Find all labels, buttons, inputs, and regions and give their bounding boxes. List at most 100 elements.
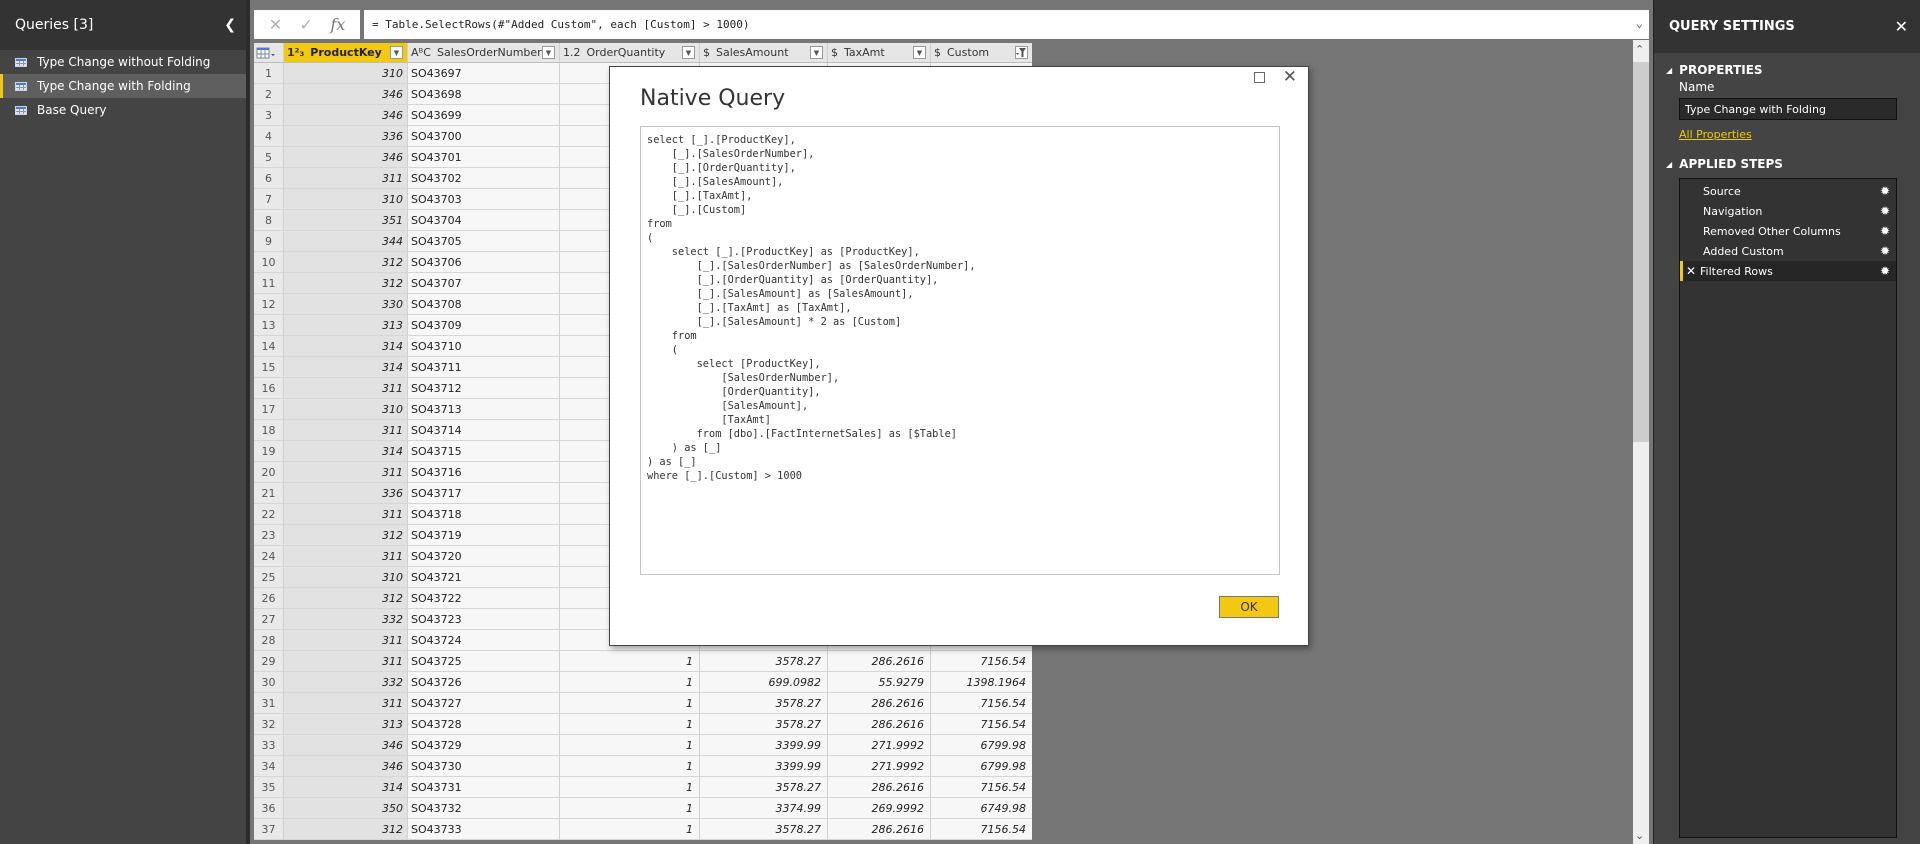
cell-salesamount[interactable]: 3578.27 — [700, 714, 828, 734]
cell-orderquantity[interactable]: 1 — [560, 756, 700, 776]
cell-productkey[interactable]: 346 — [284, 756, 408, 776]
cell-productkey[interactable]: 313 — [284, 714, 408, 734]
cancel-icon[interactable]: ✕ — [269, 15, 282, 34]
text-type-icon[interactable]: AᴮC — [411, 46, 431, 59]
cell-salesordernumber[interactable]: SO43733 — [408, 819, 560, 839]
cell-salesamount[interactable]: 3578.27 — [700, 819, 828, 839]
vertical-scrollbar[interactable]: ⌃ ⌄ — [1633, 40, 1649, 844]
dropdown-icon[interactable]: ▼ — [913, 46, 926, 59]
fx-icon[interactable]: fx — [330, 15, 345, 34]
cell-custom[interactable]: 6799.98 — [931, 735, 1032, 755]
cell-productkey[interactable]: 346 — [284, 84, 408, 104]
step-navigation[interactable]: Navigation ✹ — [1680, 201, 1896, 221]
cell-salesordernumber[interactable]: SO43709 — [408, 315, 560, 335]
cell-taxamt[interactable]: 286.2616 — [828, 819, 931, 839]
cell-custom[interactable]: 7156.54 — [931, 777, 1032, 797]
cell-salesordernumber[interactable]: SO43701 — [408, 147, 560, 167]
column-header-custom[interactable]: $ Custom — [931, 43, 1032, 62]
cell-orderquantity[interactable]: 1 — [560, 714, 700, 734]
dropdown-icon[interactable]: ▼ — [542, 46, 555, 59]
cell-productkey[interactable]: 336 — [284, 483, 408, 503]
maximize-icon[interactable] — [1254, 72, 1265, 83]
cell-salesamount[interactable]: 699.0982 — [700, 672, 828, 692]
gear-icon[interactable]: ✹ — [1880, 184, 1890, 198]
column-header-taxamt[interactable]: $ TaxAmt ▼ — [828, 43, 931, 62]
query-name-input[interactable] — [1679, 98, 1897, 120]
cell-custom[interactable]: 7156.54 — [931, 651, 1032, 671]
cell-salesordernumber[interactable]: SO43730 — [408, 756, 560, 776]
column-header-productkey[interactable]: 1²₃ ProductKey ▼ — [284, 43, 408, 62]
cell-salesordernumber[interactable]: SO43706 — [408, 252, 560, 272]
column-header-salesordernumber[interactable]: AᴮC SalesOrderNumber ▼ — [408, 43, 560, 62]
cell-productkey[interactable]: 351 — [284, 210, 408, 230]
chevron-left-icon[interactable]: ❮ — [224, 17, 236, 33]
gear-icon[interactable]: ✹ — [1880, 224, 1890, 238]
cell-taxamt[interactable]: 55.9279 — [828, 672, 931, 692]
cell-custom[interactable]: 7156.54 — [931, 819, 1032, 839]
cell-productkey[interactable]: 311 — [284, 168, 408, 188]
column-header-salesamount[interactable]: $ SalesAmount ▼ — [700, 43, 828, 62]
cell-orderquantity[interactable]: 1 — [560, 651, 700, 671]
cell-productkey[interactable]: 332 — [284, 672, 408, 692]
cell-productkey[interactable]: 336 — [284, 126, 408, 146]
cell-salesordernumber[interactable]: SO43697 — [408, 63, 560, 83]
cell-productkey[interactable]: 311 — [284, 693, 408, 713]
dropdown-icon[interactable]: ▼ — [390, 46, 403, 59]
cell-taxamt[interactable]: 269.9992 — [828, 798, 931, 818]
cell-productkey[interactable]: 314 — [284, 777, 408, 797]
cell-salesamount[interactable]: 3399.99 — [700, 735, 828, 755]
cell-salesordernumber[interactable]: SO43715 — [408, 441, 560, 461]
properties-section-header[interactable]: ◢ PROPERTIES — [1654, 63, 1920, 77]
cell-salesordernumber[interactable]: SO43713 — [408, 399, 560, 419]
delete-step-icon[interactable]: ✕ — [1686, 264, 1696, 278]
collapse-triangle-icon[interactable]: ◢ — [1666, 160, 1672, 169]
cell-productkey[interactable]: 311 — [284, 651, 408, 671]
currency-type-icon[interactable]: $ — [934, 46, 941, 59]
cell-productkey[interactable]: 314 — [284, 336, 408, 356]
dropdown-icon[interactable]: ▼ — [810, 46, 823, 59]
cell-salesordernumber[interactable]: SO43698 — [408, 84, 560, 104]
cell-orderquantity[interactable]: 1 — [560, 693, 700, 713]
cell-salesamount[interactable]: 3374.99 — [700, 798, 828, 818]
cell-salesordernumber[interactable]: SO43722 — [408, 588, 560, 608]
cell-salesordernumber[interactable]: SO43717 — [408, 483, 560, 503]
chevron-down-icon[interactable]: ⌄ — [1636, 16, 1643, 30]
whole-number-type-icon[interactable]: 1²₃ — [287, 46, 304, 59]
applied-steps-section-header[interactable]: ◢ APPLIED STEPS — [1654, 157, 1920, 171]
cell-salesordernumber[interactable]: SO43718 — [408, 504, 560, 524]
decimal-type-icon[interactable]: 1.2 — [563, 46, 581, 59]
cell-salesamount[interactable]: 3578.27 — [700, 777, 828, 797]
cell-taxamt[interactable]: 286.2616 — [828, 714, 931, 734]
cell-productkey[interactable]: 311 — [284, 504, 408, 524]
dropdown-icon[interactable]: ▼ — [682, 46, 695, 59]
currency-type-icon[interactable]: $ — [703, 46, 710, 59]
cell-salesordernumber[interactable]: SO43723 — [408, 609, 560, 629]
collapse-triangle-icon[interactable]: ◢ — [1666, 66, 1672, 75]
table-menu-button[interactable] — [254, 43, 284, 62]
cell-salesordernumber[interactable]: SO43714 — [408, 420, 560, 440]
close-icon[interactable]: ✕ — [1895, 17, 1908, 36]
cell-productkey[interactable]: 314 — [284, 357, 408, 377]
cell-salesordernumber[interactable]: SO43732 — [408, 798, 560, 818]
cell-productkey[interactable]: 312 — [284, 525, 408, 545]
step-added-custom[interactable]: Added Custom ✹ — [1680, 241, 1896, 261]
cell-productkey[interactable]: 314 — [284, 441, 408, 461]
cell-salesordernumber[interactable]: SO43716 — [408, 462, 560, 482]
ok-button[interactable]: OK — [1219, 596, 1279, 618]
cell-salesordernumber[interactable]: SO43727 — [408, 693, 560, 713]
step-filtered-rows[interactable]: ✕ Filtered Rows ✹ — [1680, 261, 1896, 281]
cell-orderquantity[interactable]: 1 — [560, 819, 700, 839]
cell-salesordernumber[interactable]: SO43711 — [408, 357, 560, 377]
cell-productkey[interactable]: 312 — [284, 819, 408, 839]
cell-productkey[interactable]: 311 — [284, 546, 408, 566]
cell-taxamt[interactable]: 271.9992 — [828, 735, 931, 755]
scrollbar-thumb[interactable] — [1633, 62, 1649, 442]
filter-applied-icon[interactable] — [1015, 46, 1028, 59]
cell-salesordernumber[interactable]: SO43725 — [408, 651, 560, 671]
step-removed-other-columns[interactable]: Removed Other Columns ✹ — [1680, 221, 1896, 241]
cell-productkey[interactable]: 313 — [284, 315, 408, 335]
cell-productkey[interactable]: 312 — [284, 273, 408, 293]
formula-input[interactable]: = Table.SelectRows(#"Added Custom", each… — [364, 10, 1649, 39]
query-item-type-change-with-folding[interactable]: Type Change with Folding — [0, 74, 246, 98]
cell-productkey[interactable]: 310 — [284, 399, 408, 419]
